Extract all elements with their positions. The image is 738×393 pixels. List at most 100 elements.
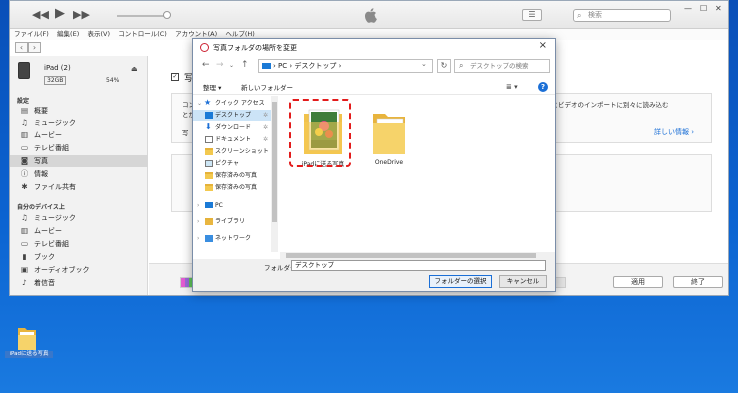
dialog-toolbar: 整理 ▾ 新しいフォルダー ≣ ▾ ?	[193, 80, 555, 95]
nav-item-pictures[interactable]: ピクチャ	[193, 158, 271, 169]
more-info-link[interactable]: 詳しい情報 ›	[654, 127, 694, 137]
refresh-icon[interactable]: ↻	[437, 59, 451, 73]
maximize-icon[interactable]: ☐	[700, 4, 707, 13]
back-arrow-icon[interactable]: ‹	[15, 42, 28, 53]
expand-arrow-icon[interactable]: ›	[197, 233, 199, 244]
pin-icon[interactable]: ✲	[263, 122, 268, 133]
expand-arrow-icon[interactable]: ›	[197, 216, 199, 227]
fast-forward-icon[interactable]: ▶▶	[73, 9, 90, 20]
rewind-icon[interactable]: ◀◀	[32, 9, 49, 20]
itunes-search-input[interactable]: ⌕ 検索	[573, 9, 671, 22]
nav-item-network[interactable]: › ネットワーク	[193, 233, 271, 244]
book-icon: ▮	[22, 252, 27, 261]
nav-scrollbar[interactable]	[271, 96, 278, 252]
address-dropdown-icon[interactable]: ⌄	[421, 60, 427, 68]
sidebar-item-tv[interactable]: ▭ テレビ番組	[10, 142, 148, 154]
expand-arrow-icon[interactable]: ⌄	[197, 98, 202, 109]
minimize-icon[interactable]: —	[684, 4, 692, 13]
sidebar-item-photos[interactable]: ◙ 写真	[10, 155, 148, 167]
dialog-close-icon[interactable]: ×	[539, 40, 547, 51]
menu-view[interactable]: 表示(V)	[87, 29, 110, 40]
forward-arrow-icon[interactable]: →	[216, 60, 224, 70]
star-icon: ★	[204, 98, 212, 107]
apps-icon: ✱	[21, 182, 28, 191]
document-icon	[205, 136, 213, 143]
nav-scroll-thumb[interactable]	[272, 102, 277, 222]
new-folder-button[interactable]: 新しいフォルダー	[241, 82, 293, 92]
recent-dropdown-icon[interactable]: ⌄	[229, 62, 234, 69]
apply-button[interactable]: 適用	[613, 276, 663, 288]
back-forward: ‹ ›	[15, 42, 41, 53]
nav-item-libraries[interactable]: › ライブラリ	[193, 216, 271, 227]
sidebar-item-summary[interactable]: ▤ 概要	[10, 105, 148, 117]
nav-item-downloads[interactable]: ⬇ ダウンロード ✲	[193, 122, 271, 133]
view-options-icon[interactable]: ≣ ▾	[506, 83, 518, 91]
nav-item-quick-access[interactable]: ⌄ ★ クイック アクセス	[193, 98, 271, 109]
sidebar-item-file-sharing[interactable]: ✱ ファイル共有	[10, 181, 148, 193]
address-row: ← → ⌄ ↑ › PC › デスクトップ › ⌄ ↻ ⌕ デスクトップの検索	[199, 59, 551, 74]
sidebar-item-movies[interactable]: ▥ ムービー	[10, 129, 148, 141]
done-button[interactable]: 終了	[673, 276, 723, 288]
pin-icon[interactable]: ✲	[263, 134, 268, 145]
eject-icon[interactable]: ⏏	[131, 65, 138, 73]
sidebar-item-info[interactable]: ⓘ 情報	[10, 168, 148, 180]
dialog-search-input[interactable]: ⌕ デスクトップの検索	[454, 59, 550, 73]
desktop-folder-ipad-photos[interactable]: iPadに送る写真	[5, 326, 53, 366]
crumb-pc[interactable]: PC	[278, 62, 287, 70]
sync-photos-checkbox[interactable]: ✓	[171, 73, 179, 81]
ondevice-header: 自分のデバイス上	[17, 204, 65, 211]
play-icon[interactable]: ▶	[55, 7, 65, 20]
menu-file[interactable]: ファイル(F)	[14, 29, 49, 40]
list-view-button[interactable]: ☰	[522, 9, 542, 21]
nav-item-saved-photos-2[interactable]: 保存済みの写真	[193, 182, 271, 193]
crumb-desktop[interactable]: デスクトップ	[294, 62, 336, 70]
nav-item-documents[interactable]: ドキュメント ✲	[193, 134, 271, 145]
cancel-button[interactable]: キャンセル	[499, 275, 547, 288]
choose-folder-dialog: 写真フォルダの場所を変更 × ← → ⌄ ↑ › PC › デスクトップ › ⌄…	[192, 38, 556, 292]
up-arrow-icon[interactable]: ↑	[241, 60, 249, 70]
back-arrow-icon[interactable]: ←	[202, 60, 210, 70]
expand-arrow-icon[interactable]: ›	[197, 200, 199, 211]
ondevice-item-books[interactable]: ▮ ブック	[10, 251, 148, 263]
volume-slider[interactable]	[117, 15, 167, 17]
apple-logo-icon	[364, 8, 377, 23]
select-folder-button[interactable]: フォルダーの選択	[429, 275, 492, 288]
file-list-scrollbar[interactable]	[280, 252, 555, 259]
pc-icon	[262, 63, 271, 69]
camera-icon: ◙	[20, 156, 29, 165]
bell-icon: ♪	[22, 278, 27, 287]
settings-header: 設定	[17, 98, 30, 105]
ondevice-item-tones[interactable]: ♪ 着信音	[10, 277, 148, 289]
ondevice-item-movies[interactable]: ▥ ムービー	[10, 225, 148, 237]
sidebar-item-music[interactable]: ♫ ミュージック	[10, 117, 148, 129]
music-icon: ♫	[21, 118, 28, 127]
organize-button[interactable]: 整理 ▾	[203, 82, 221, 92]
ondevice-item-audiobooks[interactable]: ▣ オーディオブック	[10, 264, 148, 276]
volume-knob[interactable]	[163, 11, 171, 19]
address-bar[interactable]: › PC › デスクトップ ›	[258, 59, 433, 73]
search-icon: ⌕	[459, 61, 464, 70]
help-icon[interactable]: ?	[538, 82, 548, 92]
nav-item-desktop[interactable]: デスクトップ ✲	[193, 110, 271, 121]
forward-arrow-icon[interactable]: ›	[28, 42, 41, 53]
network-icon	[205, 235, 213, 242]
pin-icon[interactable]: ✲	[263, 110, 268, 121]
device-name: iPad (2)	[44, 64, 71, 72]
ondevice-item-music[interactable]: ♫ ミュージック	[10, 212, 148, 224]
pc-icon	[205, 202, 213, 208]
dialog-footer: フォルダー: デスクトップ フォルダーの選択 キャンセル	[193, 259, 555, 291]
nav-item-saved-photos-1[interactable]: 保存済みの写真	[193, 170, 271, 181]
search-icon: ⌕	[577, 11, 582, 20]
folder-onedrive[interactable]: OneDrive	[356, 106, 422, 172]
menu-controls[interactable]: コントロール(C)	[118, 29, 167, 40]
menu-edit[interactable]: 編集(E)	[57, 29, 79, 40]
close-icon[interactable]: ✕	[715, 4, 722, 13]
movie-icon: ▥	[20, 226, 29, 235]
ondevice-item-tv[interactable]: ▭ テレビ番組	[10, 238, 148, 250]
dialog-title: 写真フォルダの場所を変更	[213, 44, 297, 52]
file-list-scroll-thumb[interactable]	[286, 253, 536, 258]
folder-name-input[interactable]: デスクトップ	[291, 260, 546, 271]
nav-item-pc[interactable]: › PC	[193, 200, 271, 211]
nav-item-screenshots[interactable]: スクリーンショット	[193, 146, 271, 157]
itunes-app-icon	[200, 43, 209, 52]
